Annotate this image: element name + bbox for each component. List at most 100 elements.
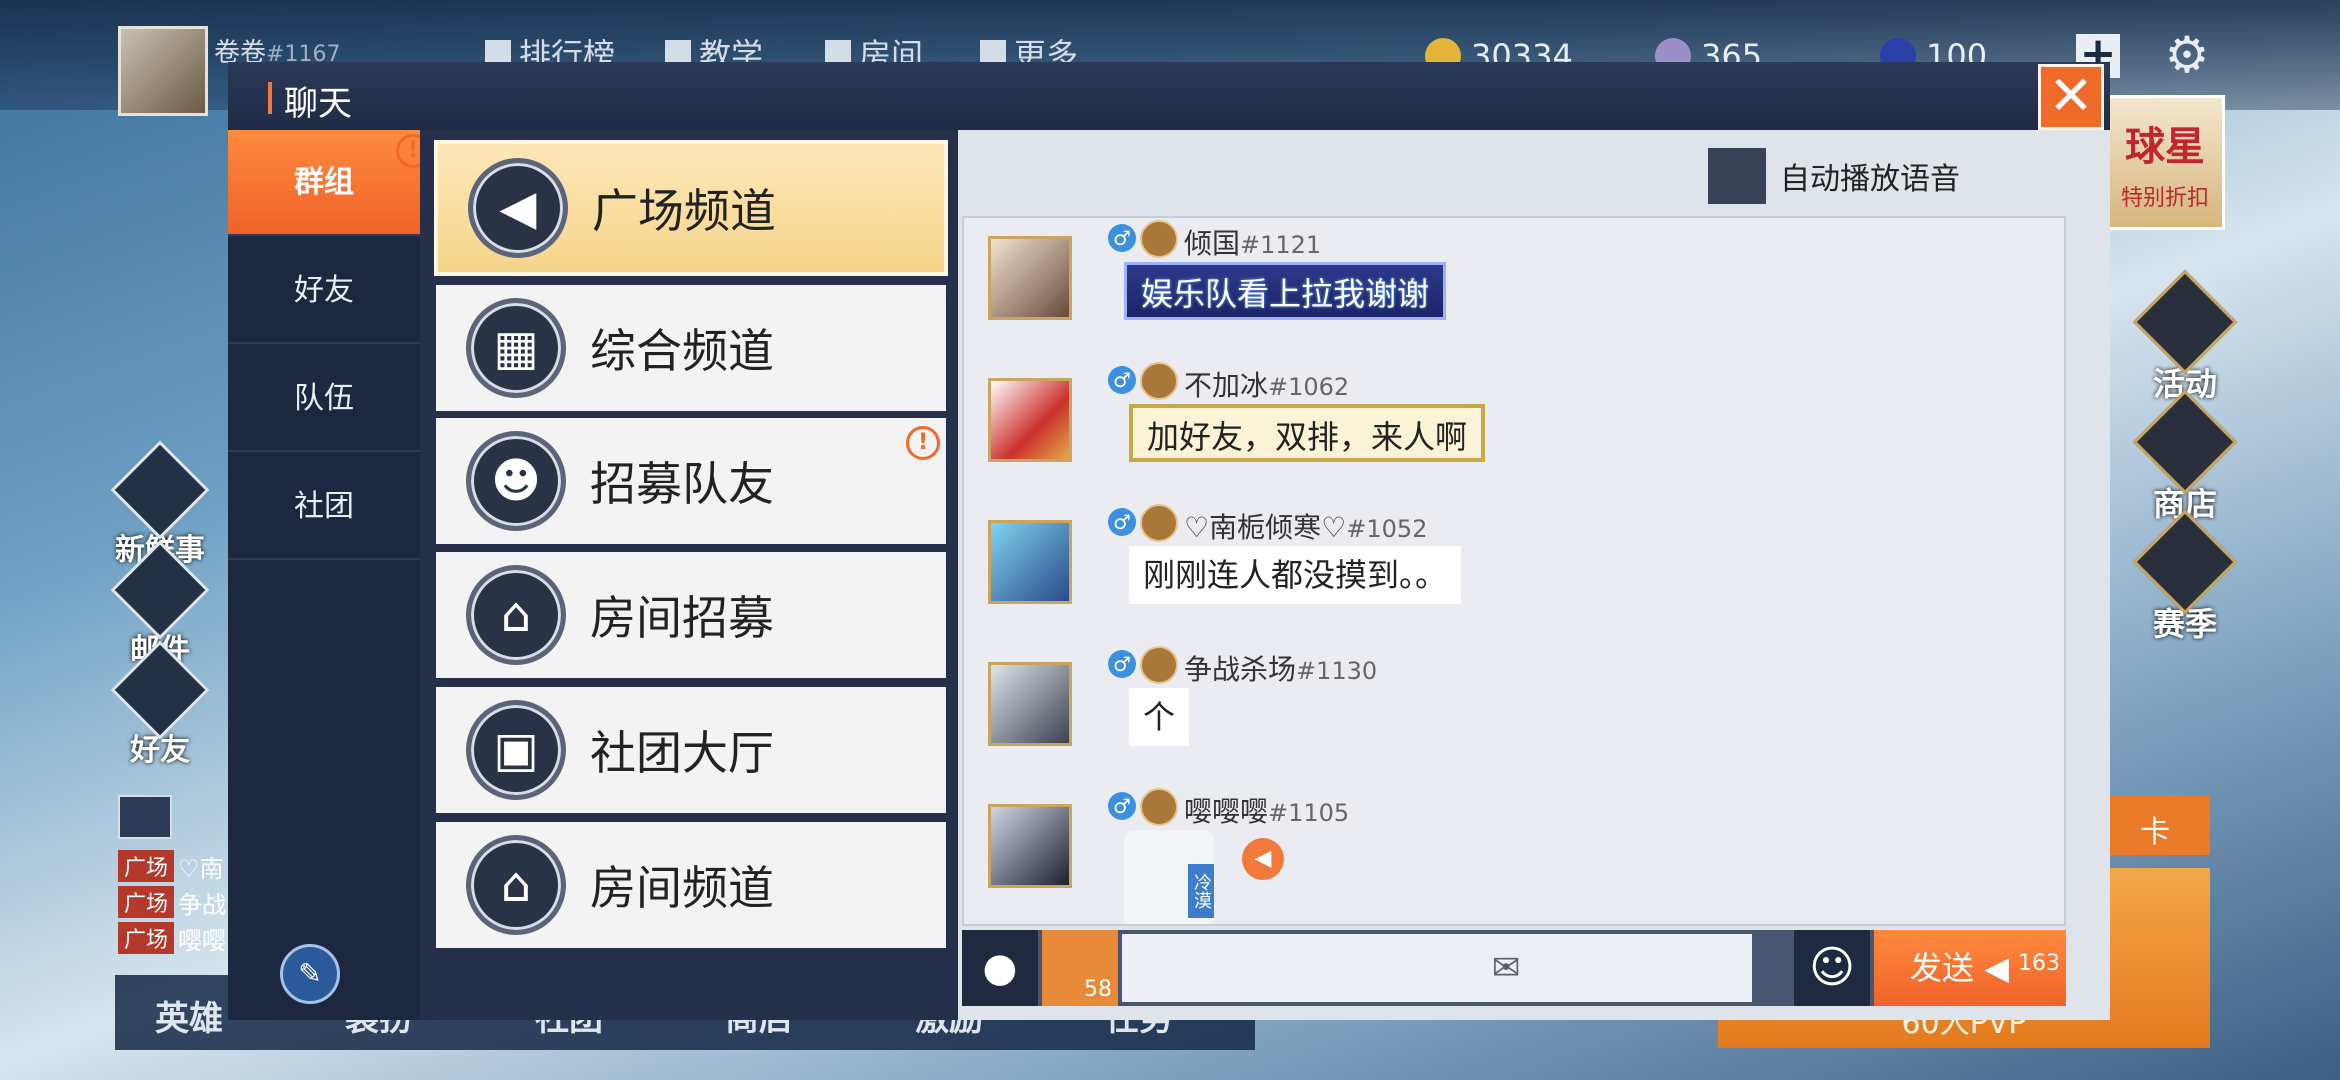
male-icon: ♂ — [1108, 366, 1136, 394]
horn-count: 58 — [1084, 977, 1112, 1002]
avatar[interactable] — [988, 378, 1072, 462]
chat-tab-column: 群组! 好友 队伍 社团 — [228, 130, 430, 1020]
channel-label: 综合频道 — [590, 324, 774, 378]
chat-preview-tag: 广场 — [118, 850, 175, 882]
player-avatar[interactable] — [118, 26, 208, 116]
chat-preview-tag: 广场 — [118, 922, 175, 954]
horn-button[interactable]: 58 — [1042, 930, 1118, 1006]
season-button[interactable]: 赛季 — [2130, 509, 2240, 645]
nickname-text: 争战杀场 — [1184, 653, 1297, 686]
tab-club-label: 社团 — [294, 489, 354, 524]
nickname-text: 嘤嘤嘤 — [1184, 795, 1269, 828]
nickname-text: ♡南栀倾寒♡ — [1184, 511, 1347, 544]
avatar[interactable] — [988, 662, 1072, 746]
alert-icon: ! — [906, 426, 940, 460]
auto-voice-toggle[interactable]: 自动播放语音 — [1708, 148, 1960, 204]
message-item: ♂ 嘤嘤嘤#1105 冷漠 ◀ — [964, 786, 2064, 924]
message-bubble: 娱乐队看上拉我谢谢 — [1124, 262, 1447, 320]
user-tag: #1052 — [1346, 515, 1428, 543]
chat-preview-text: 争战 — [178, 890, 227, 919]
message-item: ♂ 倾国#1121 娱乐队看上拉我谢谢 — [964, 218, 2064, 358]
rank-badge-icon — [1140, 362, 1178, 400]
chat-preview-tag: 广场 — [118, 886, 175, 918]
channel-general[interactable]: ▦ 综合频道 — [436, 285, 946, 411]
avatar[interactable] — [988, 804, 1072, 888]
user-tag: #1130 — [1296, 657, 1378, 685]
emoji-icon[interactable]: ☺ — [1794, 930, 1870, 1006]
recruit-icon: ☻ — [466, 431, 566, 531]
tab-groups-label: 群组 — [294, 165, 354, 200]
nickname[interactable]: 倾国#1121 — [1184, 222, 1321, 262]
chat-filter-button[interactable] — [118, 795, 172, 839]
male-icon: ♂ — [1108, 792, 1136, 820]
close-icon: ✕ — [2048, 64, 2094, 127]
channel-label: 房间招募 — [590, 591, 774, 645]
chat-modal-header: 聊天 — [228, 62, 2110, 130]
tab-friends[interactable]: 好友 — [228, 238, 420, 344]
message-bubble: 加好友，双排，来人啊 — [1129, 404, 1486, 462]
male-icon: ♂ — [1108, 508, 1136, 536]
channel-room[interactable]: ⌂ 房间频道 — [436, 822, 946, 948]
nickname[interactable]: ♡南栀倾寒♡#1052 — [1184, 506, 1427, 546]
home-icon: ⌂ — [466, 565, 566, 665]
auto-voice-checkbox[interactable] — [1708, 148, 1766, 204]
tab-friends-label: 好友 — [294, 273, 354, 308]
user-tag: #1121 — [1240, 231, 1322, 259]
nickname[interactable]: 不加冰#1062 — [1184, 364, 1349, 404]
male-icon: ♂ — [1108, 224, 1136, 252]
send-speaker-icon: ◀ — [1984, 949, 2009, 987]
close-button[interactable]: ✕ — [2038, 64, 2104, 130]
activity-button[interactable]: 活动 — [2130, 269, 2240, 405]
tab-team[interactable]: 队伍 — [228, 346, 420, 452]
channel-label: 社团大厅 — [590, 726, 774, 780]
message-item: ♂ ♡南栀倾寒♡#1052 刚刚连人都没摸到。。 — [964, 502, 2064, 642]
channel-plaza[interactable]: ◀ 广场频道 — [434, 140, 948, 276]
channel-room-recruit[interactable]: ⌂ 房间招募 — [436, 552, 946, 678]
grid-icon: ▦ — [466, 298, 566, 398]
message-bubble: 刚刚连人都没摸到。。 — [1129, 546, 1462, 604]
message-list[interactable]: ♂ 倾国#1121 娱乐队看上拉我谢谢 ♂ 不加冰#1062 加好友，双排，来人… — [962, 216, 2066, 926]
bottom-nav-heroes[interactable]: 英雄 — [155, 991, 223, 1040]
chat-preview-text: 嘤嘤 — [178, 926, 227, 955]
chat-disabled-icon: ✉ — [1491, 948, 1521, 988]
channel-label: 招募队友 — [590, 457, 774, 511]
banner-icon: ▣ — [466, 700, 566, 800]
title-accent-bar — [268, 82, 272, 114]
sticker-label: 冷漠 — [1188, 864, 1214, 918]
send-button[interactable]: 发送 ◀ 163 — [1874, 930, 2066, 1006]
speaker-icon[interactable]: ◀ — [1242, 838, 1284, 880]
friends-button[interactable]: 好友 — [110, 640, 210, 769]
send-label: 发送 — [1910, 949, 1975, 987]
gear-icon[interactable]: ⚙ — [2162, 30, 2212, 80]
nickname-text: 倾国 — [1184, 227, 1241, 260]
send-count: 163 — [2018, 951, 2060, 976]
channel-list: ◀ 广场频道 ▦ 综合频道 ☻ 招募队友 ! ⌂ 房间招募 ▣ 社团大厅 ⌂ 房… — [420, 130, 958, 1020]
chat-input-field[interactable] — [1122, 934, 1752, 1002]
channel-label: 房间频道 — [590, 861, 774, 915]
message-bubble: 个 — [1129, 688, 1190, 746]
nickname[interactable]: 嘤嘤嘤#1105 — [1184, 790, 1349, 830]
microphone-icon[interactable]: ● — [962, 930, 1038, 1006]
promo-banner[interactable]: 球星 特别折扣 — [2105, 95, 2225, 230]
chat-modal-title: 聊天 — [284, 84, 352, 124]
message-item: ♂ 争战杀场#1130 个 — [964, 644, 2064, 784]
rank-badge-icon — [1140, 504, 1178, 542]
male-icon: ♂ — [1108, 650, 1136, 678]
rank-badge-icon — [1140, 220, 1178, 258]
user-tag: #1062 — [1268, 373, 1350, 401]
avatar[interactable] — [988, 236, 1072, 320]
tab-team-label: 队伍 — [294, 381, 354, 416]
home-icon: ⌂ — [466, 835, 566, 935]
chat-bubble-icon[interactable]: ✎ — [280, 944, 340, 1004]
nickname[interactable]: 争战杀场#1130 — [1184, 648, 1377, 688]
shop-button[interactable]: 商店 — [2130, 389, 2240, 525]
tab-groups[interactable]: 群组! — [228, 130, 430, 236]
speaker-icon: ◀ — [468, 158, 568, 258]
channel-recruit[interactable]: ☻ 招募队友 ! — [436, 418, 946, 544]
tab-club[interactable]: 社团 — [228, 454, 420, 560]
sticker-image: 冷漠 — [1124, 830, 1214, 924]
rank-badge-icon — [1140, 788, 1178, 826]
channel-club-hall[interactable]: ▣ 社团大厅 — [436, 687, 946, 813]
banner-subtitle: 特别折扣 — [2120, 186, 2209, 211]
avatar[interactable] — [988, 520, 1072, 604]
